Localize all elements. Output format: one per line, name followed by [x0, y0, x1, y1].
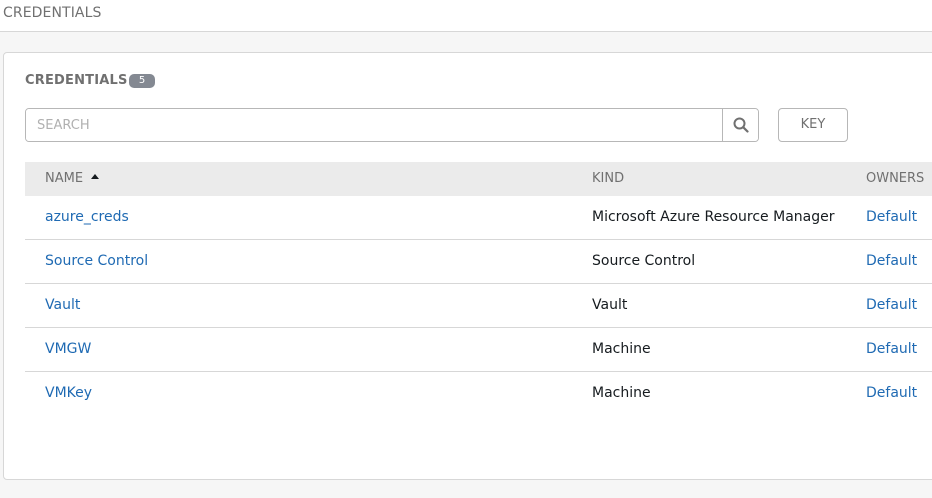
- column-header-name-label: NAME: [45, 171, 84, 186]
- credential-name-link[interactable]: Vault: [45, 297, 80, 313]
- credential-owner-link[interactable]: Default: [866, 297, 917, 313]
- credential-kind: Machine: [592, 385, 651, 401]
- column-header-name[interactable]: NAME: [45, 171, 100, 186]
- breadcrumb-bar: CREDENTIALS: [0, 0, 932, 32]
- key-button[interactable]: KEY: [778, 108, 848, 142]
- credential-name-link[interactable]: VMKey: [45, 385, 92, 401]
- credential-owner-link[interactable]: Default: [866, 341, 917, 357]
- table-body: azure_creds Microsoft Azure Resource Mana…: [25, 196, 932, 416]
- search-box: [25, 108, 759, 142]
- credential-name-link[interactable]: Source Control: [45, 253, 148, 269]
- column-header-owners: OWNERS: [866, 171, 925, 186]
- table-row: VMKey Machine Default: [25, 372, 932, 416]
- credential-name-link[interactable]: VMGW: [45, 341, 91, 357]
- credential-kind: Microsoft Azure Resource Manager: [592, 209, 835, 225]
- credentials-table: NAME KIND OWNERS azure_creds Microsoft Az…: [25, 162, 932, 416]
- column-header-kind[interactable]: KIND: [592, 171, 624, 186]
- sort-ascending-icon: [91, 174, 100, 179]
- table-header: NAME KIND OWNERS: [25, 162, 932, 196]
- credential-owner-link[interactable]: Default: [866, 253, 917, 269]
- panel-title: CREDENTIALS: [25, 73, 128, 88]
- table-row: VMGW Machine Default: [25, 328, 932, 372]
- credentials-panel: CREDENTIALS 5 KEY NAME KIND OWNERS azure…: [3, 52, 932, 480]
- search-icon: [733, 117, 749, 133]
- table-row: Source Control Source Control Default: [25, 240, 932, 284]
- search-button[interactable]: [722, 109, 758, 141]
- table-row: azure_creds Microsoft Azure Resource Mana…: [25, 196, 932, 240]
- credential-kind: Vault: [592, 297, 628, 313]
- credential-kind: Machine: [592, 341, 651, 357]
- credential-owner-link[interactable]: Default: [866, 385, 917, 401]
- breadcrumb: CREDENTIALS: [3, 5, 102, 21]
- credential-owner-link[interactable]: Default: [866, 209, 917, 225]
- credential-kind: Source Control: [592, 253, 696, 269]
- count-badge: 5: [129, 74, 155, 88]
- table-row: Vault Vault Default: [25, 284, 932, 328]
- credential-name-link[interactable]: azure_creds: [45, 209, 129, 225]
- search-input[interactable]: [26, 109, 722, 141]
